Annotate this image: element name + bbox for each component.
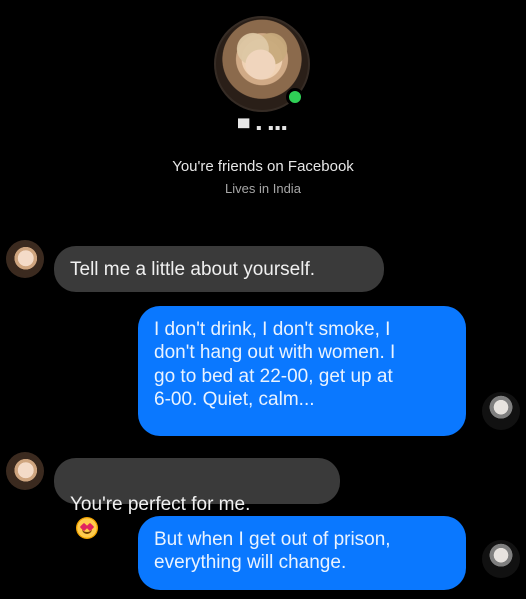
lives-in-text: Lives in India (225, 181, 301, 196)
profile-name: ▀ ▪ ▪▪▪ (238, 120, 288, 137)
sender-avatar-2[interactable] (482, 392, 520, 430)
online-status-dot (286, 88, 304, 106)
message-bubble-1: Tell me a little about yourself. (54, 246, 384, 292)
sender-avatar-1[interactable] (6, 240, 44, 278)
message-text-3: You're perfect for me. (70, 494, 251, 516)
heart-eyes-emoji-icon (76, 516, 98, 539)
friends-on-facebook-text: You're friends on Facebook (172, 158, 354, 175)
message-bubble-2: I don't drink, I don't smoke, I don't ha… (138, 306, 466, 436)
sender-avatar-3[interactable] (6, 452, 44, 490)
sender-avatar-4[interactable] (482, 540, 520, 578)
message-bubble-3: You're perfect for me. (54, 458, 340, 539)
message-bubble-4: But when I get out of prison, everything… (138, 516, 466, 590)
